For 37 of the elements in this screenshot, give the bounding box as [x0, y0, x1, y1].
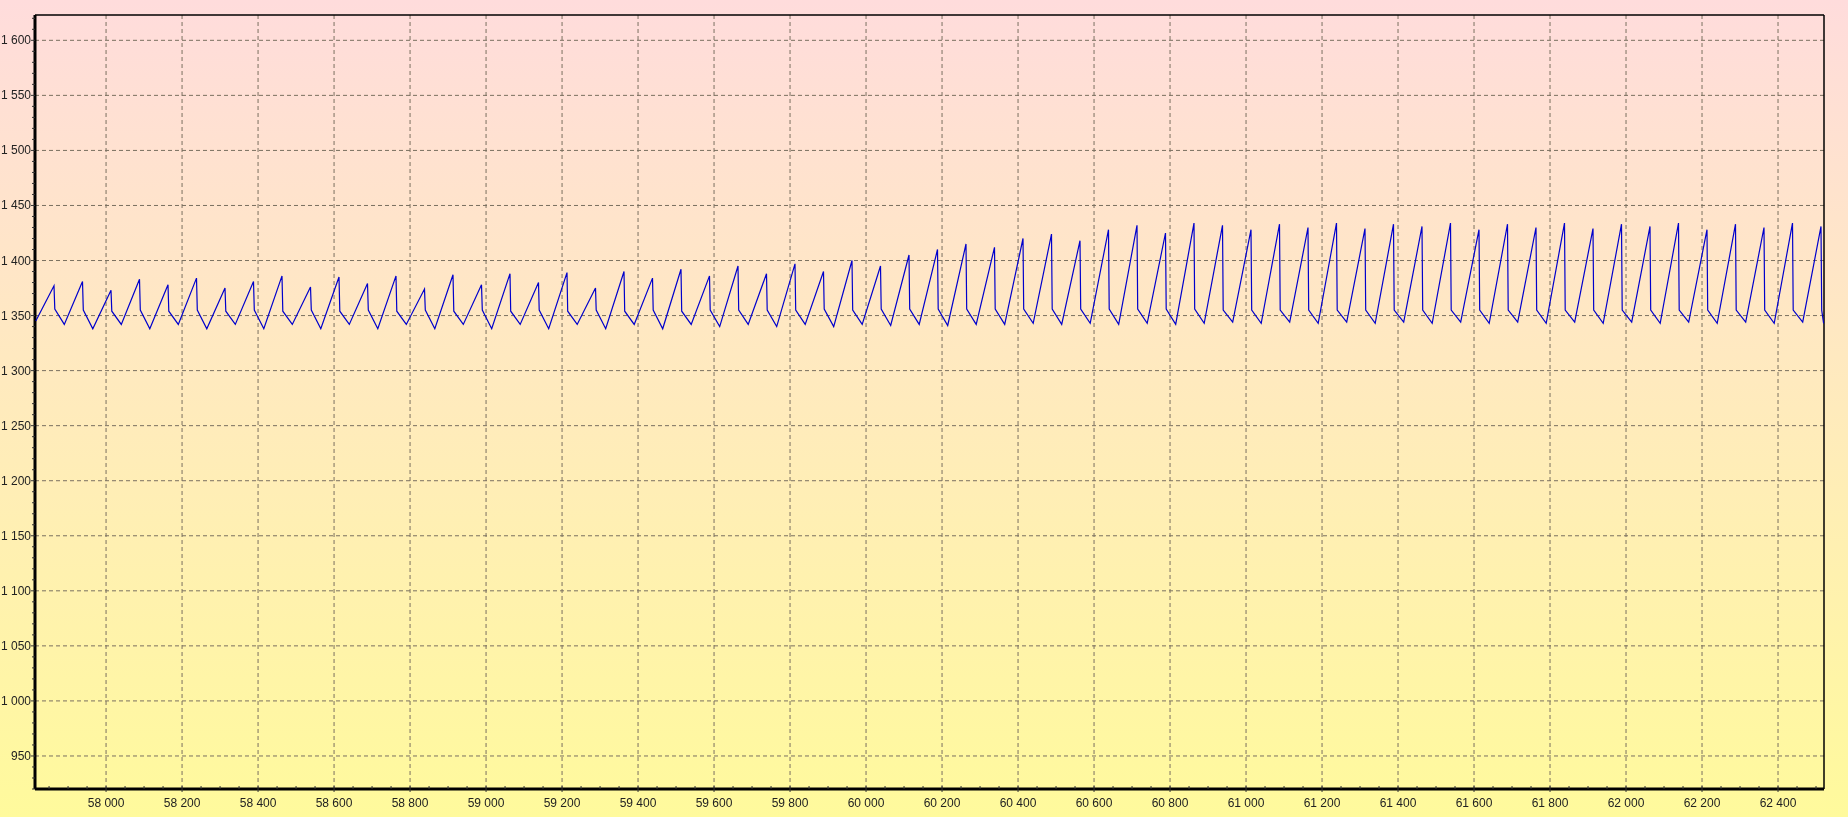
x-tick-label: 58 400	[239, 796, 277, 810]
x-tick-label: 62 200	[1683, 796, 1721, 810]
y-tick-label: 1 600	[0, 33, 31, 48]
x-tick-label: 59 400	[619, 796, 657, 810]
y-tick-label: 1 550	[0, 88, 31, 103]
x-tick-label: 60 000	[847, 796, 885, 810]
y-tick-label: 1 300	[0, 363, 31, 378]
y-tick-label: 1 200	[0, 473, 31, 488]
x-tick-label: 58 600	[315, 796, 353, 810]
y-tick-label: 1 500	[0, 143, 31, 158]
x-tick-label: 62 400	[1759, 796, 1797, 810]
x-tick-label: 60 800	[1151, 796, 1189, 810]
x-tick-label: 61 000	[1227, 796, 1265, 810]
y-tick-label: 1 450	[0, 198, 31, 213]
x-tick-label: 58 800	[391, 796, 429, 810]
x-tick-label: 61 200	[1303, 796, 1341, 810]
x-tick-label: 60 600	[1075, 796, 1113, 810]
y-tick-label: 1 250	[0, 418, 31, 433]
x-tick-label: 59 000	[467, 796, 505, 810]
x-tick-label: 59 800	[771, 796, 809, 810]
x-tick-label: 61 600	[1455, 796, 1493, 810]
x-tick-label: 59 600	[695, 796, 733, 810]
x-tick-label: 61 400	[1379, 796, 1417, 810]
y-tick-label: 1 350	[0, 308, 31, 323]
x-tick-label: 62 000	[1607, 796, 1645, 810]
x-tick-label: 59 200	[543, 796, 581, 810]
x-tick-label: 58 200	[163, 796, 201, 810]
y-tick-label: 1 400	[0, 253, 31, 268]
x-tick-label: 60 200	[923, 796, 961, 810]
x-tick-label: 58 000	[87, 796, 125, 810]
y-tick-label: 1 100	[0, 583, 31, 598]
y-tick-label: 1 050	[0, 638, 31, 653]
x-tick-label: 61 800	[1531, 796, 1569, 810]
y-tick-label: 1 000	[0, 693, 31, 708]
y-tick-label: 950	[10, 748, 31, 763]
y-tick-label: 1 150	[0, 528, 31, 543]
x-tick-label: 60 400	[999, 796, 1037, 810]
